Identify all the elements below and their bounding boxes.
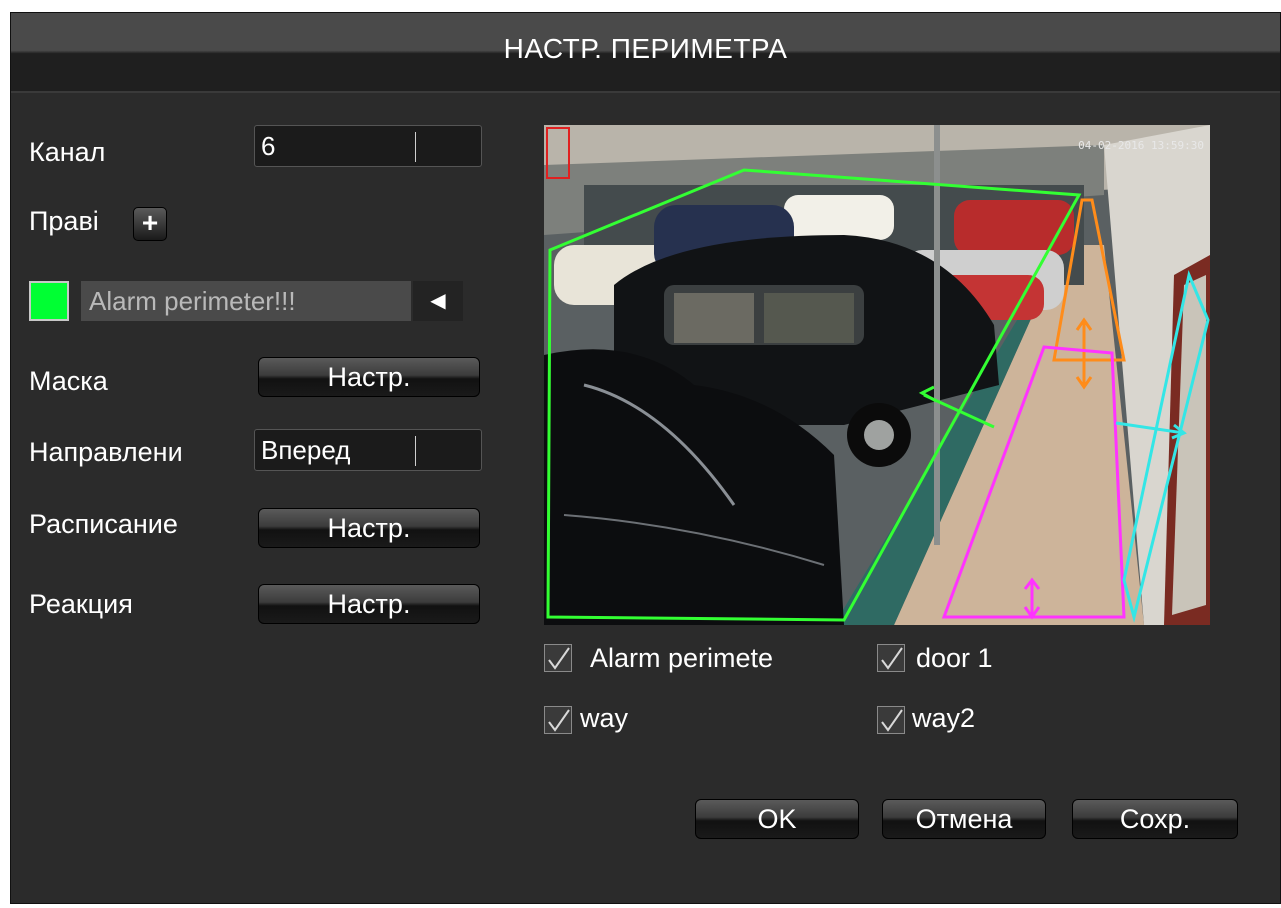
checkmark-icon <box>881 709 903 732</box>
reaction-setup-button[interactable]: Настр. <box>258 584 480 624</box>
checkbox-door-1[interactable] <box>877 644 905 672</box>
rule-label-way: way <box>580 703 629 733</box>
checkbox-way2[interactable] <box>877 706 905 734</box>
dropdown-separator <box>415 132 416 162</box>
mask-setup-button[interactable]: Настр. <box>258 357 480 397</box>
rule-color-swatch[interactable] <box>29 281 69 321</box>
title-bar: НАСТР. ПЕРИМЕТРА <box>11 13 1280 93</box>
direction-select[interactable]: Вперед <box>254 429 482 471</box>
rule-label: Правi <box>29 206 99 236</box>
add-rule-button[interactable]: + <box>133 207 167 241</box>
direction-label: Направлени <box>29 437 183 467</box>
perimeter-settings-dialog: НАСТР. ПЕРИМЕТРА Канал 6 Правi + Alarm p… <box>10 12 1281 904</box>
schedule-setup-button[interactable]: Настр. <box>258 508 480 548</box>
camera-timestamp: 04-02-2016 13:59:30 <box>1078 139 1204 152</box>
cancel-button[interactable]: Отмена <box>882 799 1046 839</box>
channel-label: Канал <box>29 137 106 167</box>
save-button[interactable]: Сохр. <box>1072 799 1238 839</box>
checkmark-icon <box>548 647 570 670</box>
channel-select[interactable]: 6 <box>254 125 482 167</box>
rule-label-way2: way2 <box>912 703 976 733</box>
direction-value: Вперед <box>261 435 351 465</box>
camera-preview[interactable]: 04-02-2016 13:59:30 <box>544 125 1210 625</box>
schedule-label: Расписание <box>29 509 178 539</box>
rule-prev-button[interactable]: ◀ <box>413 281 463 321</box>
rule-label-door-1: door 1 <box>916 643 993 673</box>
checkbox-alarm-perimeter[interactable] <box>544 644 572 672</box>
triangle-left-icon: ◀ <box>430 290 446 312</box>
checkmark-icon <box>548 709 570 732</box>
ok-button[interactable]: OK <box>695 799 859 839</box>
rule-name-field[interactable]: Alarm perimeter!!! <box>81 281 411 321</box>
reaction-label: Реакция <box>29 589 133 619</box>
camera-scene <box>544 125 1210 625</box>
checkmark-icon <box>881 647 903 670</box>
dropdown-separator <box>415 436 416 466</box>
checkbox-way[interactable] <box>544 706 572 734</box>
mask-label: Маска <box>29 366 108 396</box>
channel-value: 6 <box>261 131 276 161</box>
rule-label-alarm-perimeter: Alarm perimete <box>590 643 774 673</box>
dialog-title: НАСТР. ПЕРИМЕТРА <box>503 33 788 64</box>
